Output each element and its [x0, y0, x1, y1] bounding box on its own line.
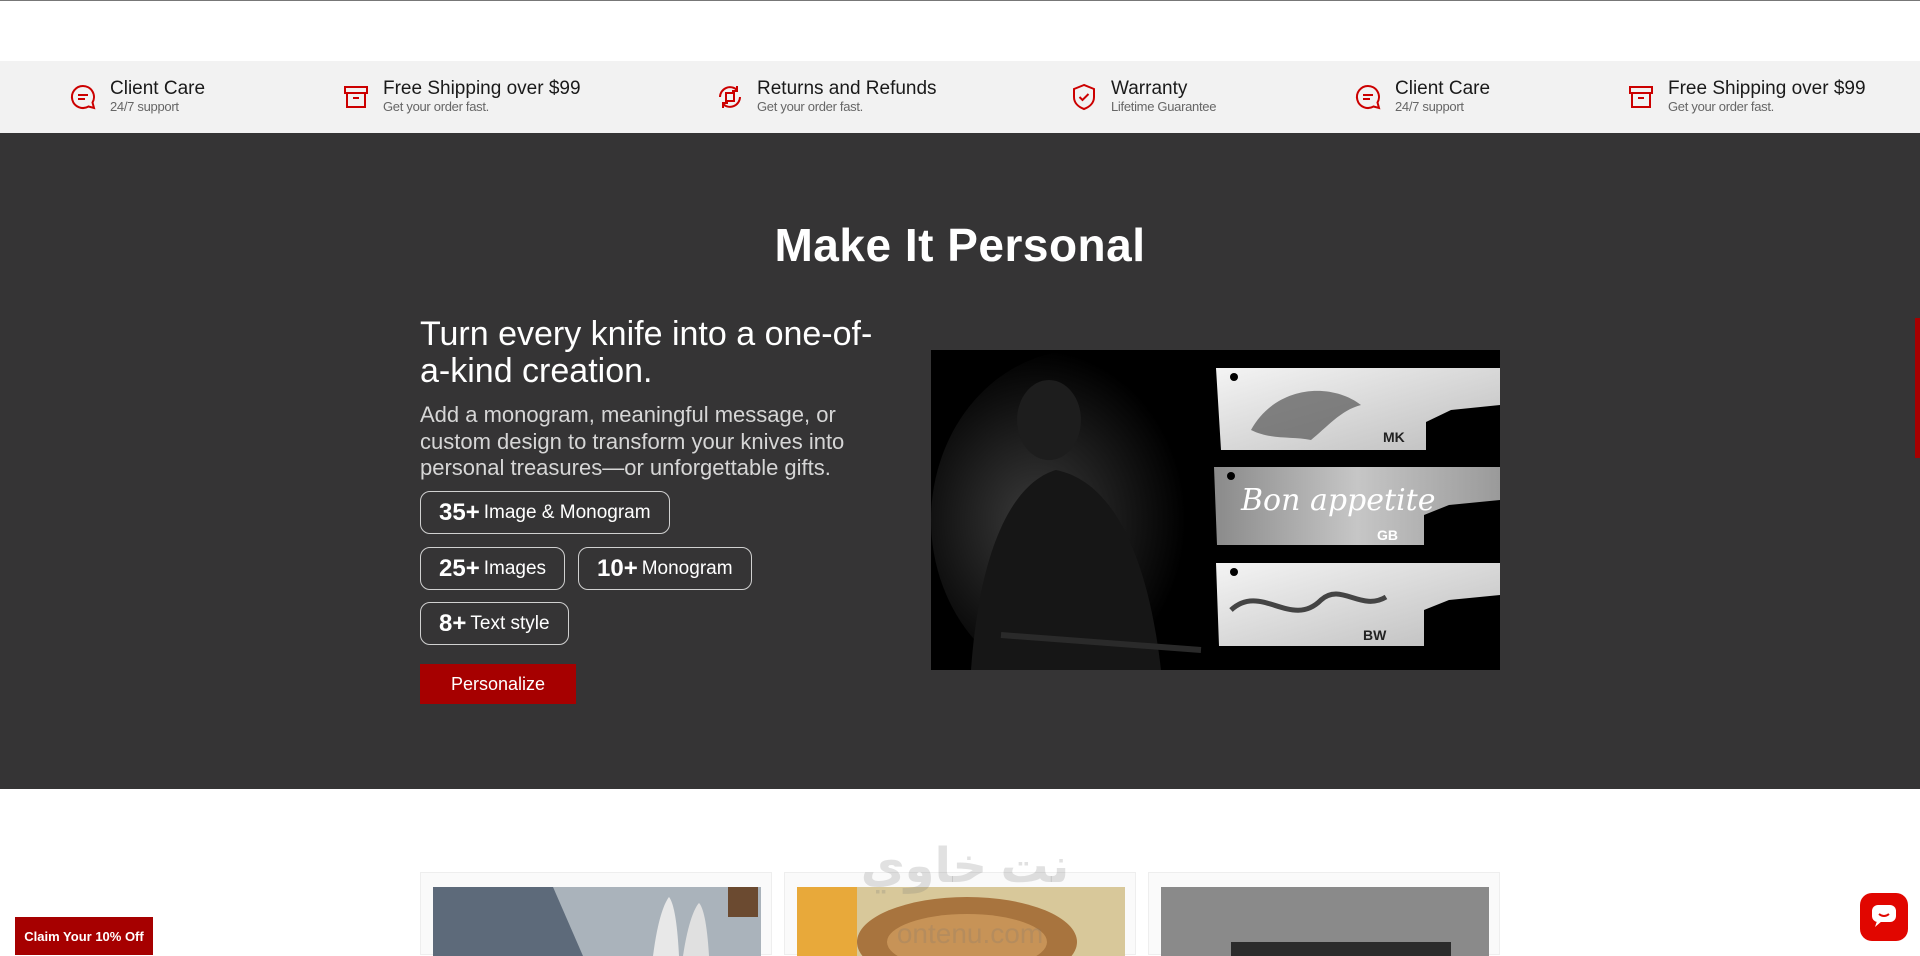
pill-number: 35+	[439, 498, 480, 526]
feature-title: Free Shipping over $99	[1668, 78, 1866, 99]
pill-monogram: 10+ Monogram	[578, 547, 752, 590]
pill-number: 8+	[439, 609, 467, 637]
feature-title: Returns and Refunds	[757, 78, 937, 99]
feature-title: Client Care	[1395, 78, 1491, 99]
pill-number: 25+	[439, 554, 480, 582]
product-card[interactable]	[1148, 872, 1500, 956]
pill-number: 10+	[597, 554, 638, 582]
engraving-gb: GB	[1377, 527, 1398, 543]
feature-returns: Returns and Refunds Get your order fast.	[715, 61, 937, 133]
section-tagline: Turn every knife into a one-of-a-kind cr…	[420, 315, 873, 390]
feature-subtitle: Get your order fast.	[757, 99, 863, 114]
watermark: نت خاوي	[860, 840, 1070, 893]
engraving-bw: BW	[1363, 627, 1387, 643]
feature-title: Free Shipping over $99	[383, 78, 581, 99]
watermark-url: ontenu.com	[896, 918, 1044, 949]
product-image	[1161, 887, 1489, 956]
shipping-box-icon	[341, 82, 371, 112]
pill-images: 25+ Images	[420, 547, 566, 590]
product-card[interactable]	[420, 872, 772, 956]
feature-free-shipping: Free Shipping over $99 Get your order fa…	[1626, 61, 1866, 133]
section-description: Add a monogram, meaningful message, or c…	[420, 402, 845, 480]
shipping-box-icon	[1626, 82, 1656, 112]
personalize-button[interactable]: Personalize	[420, 664, 576, 704]
engraving-script: Bon appetite	[1240, 483, 1435, 518]
pill-label: Text style	[470, 612, 550, 634]
chat-button[interactable]	[1860, 893, 1908, 941]
pill-text-style: 8+ Text style	[420, 602, 569, 645]
section-heading: Make It Personal	[774, 219, 1146, 271]
pill-label: Images	[483, 557, 547, 579]
feature-free-shipping: Free Shipping over $99 Get your order fa…	[341, 61, 581, 133]
feature-bar: Client Care 24/7 support Free Shipping o…	[0, 61, 1920, 133]
returns-icon	[715, 82, 745, 112]
feature-title: Warranty	[1111, 78, 1188, 99]
feature-warranty: Warranty Lifetime Guarantee	[1069, 61, 1216, 133]
feature-subtitle: Get your order fast.	[383, 99, 489, 114]
scroll-indicator[interactable]	[1915, 318, 1920, 458]
engraved-knives-image: MK Bon appetite GB BW	[931, 350, 1500, 670]
feature-subtitle: Lifetime Guarantee	[1111, 99, 1217, 114]
claim-discount-button[interactable]: Claim Your 10% Off	[15, 917, 153, 955]
pill-label: Monogram	[641, 557, 733, 579]
feature-client-care: Client Care 24/7 support	[68, 61, 205, 133]
top-divider	[0, 0, 1920, 1]
feature-subtitle: Get your order fast.	[1668, 99, 1774, 114]
feature-client-care: Client Care 24/7 support	[1353, 61, 1490, 133]
product-image	[433, 887, 761, 956]
feature-subtitle: 24/7 support	[1395, 99, 1464, 114]
feature-title: Client Care	[110, 78, 206, 99]
pill-label: Image & Monogram	[483, 501, 651, 523]
pill-image-monogram: 35+ Image & Monogram	[420, 491, 670, 534]
shield-check-icon	[1069, 82, 1099, 112]
chat-icon	[1871, 904, 1897, 931]
chat-bubble-icon	[1353, 82, 1383, 112]
feature-subtitle: 24/7 support	[110, 99, 179, 114]
chat-bubble-icon	[68, 82, 98, 112]
engraving-mk: MK	[1383, 429, 1405, 445]
